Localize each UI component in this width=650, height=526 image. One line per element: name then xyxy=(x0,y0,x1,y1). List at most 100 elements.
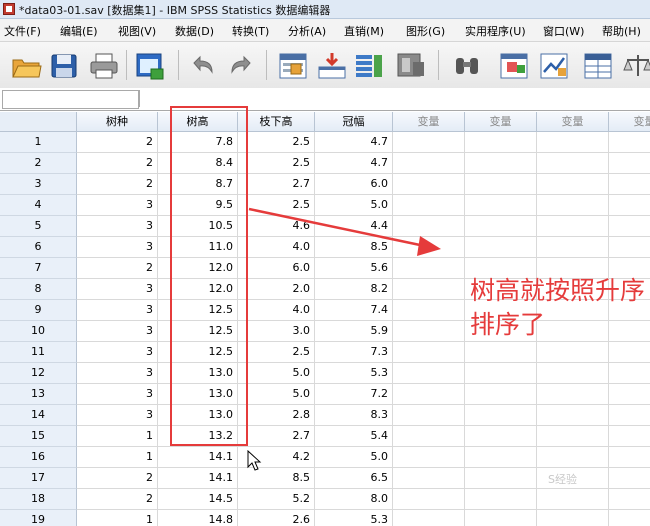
data-cell[interactable]: 7.3 xyxy=(315,342,393,363)
row-header[interactable]: 6 xyxy=(0,237,77,258)
empty-cell[interactable] xyxy=(609,405,650,426)
data-cell[interactable]: 2 xyxy=(77,132,158,153)
row-header[interactable]: 4 xyxy=(0,195,77,216)
empty-cell[interactable] xyxy=(465,426,537,447)
empty-cell[interactable] xyxy=(465,363,537,384)
cell-value-editor[interactable] xyxy=(139,90,649,107)
empty-cell[interactable] xyxy=(393,237,465,258)
row-header[interactable]: 2 xyxy=(0,153,77,174)
data-cell[interactable]: 8.2 xyxy=(315,279,393,300)
empty-cell[interactable] xyxy=(609,426,650,447)
data-cell[interactable]: 14.8 xyxy=(158,510,238,526)
empty-cell[interactable] xyxy=(537,216,609,237)
empty-cell[interactable] xyxy=(609,132,650,153)
empty-cell[interactable] xyxy=(393,300,465,321)
empty-cell[interactable] xyxy=(609,510,650,526)
empty-cell[interactable] xyxy=(465,342,537,363)
data-cell[interactable]: 2.5 xyxy=(238,153,315,174)
row-header[interactable]: 8 xyxy=(0,279,77,300)
empty-cell[interactable] xyxy=(537,342,609,363)
go-to-case-icon[interactable] xyxy=(277,50,309,80)
empty-cell[interactable] xyxy=(537,195,609,216)
data-cell[interactable]: 3 xyxy=(77,216,158,237)
empty-cell[interactable] xyxy=(393,279,465,300)
empty-cell[interactable] xyxy=(537,132,609,153)
insert-cases-icon[interactable] xyxy=(498,50,530,80)
data-cell[interactable]: 5.3 xyxy=(315,510,393,526)
data-cell[interactable]: 1 xyxy=(77,510,158,526)
data-cell[interactable]: 3 xyxy=(77,195,158,216)
empty-cell[interactable] xyxy=(537,384,609,405)
empty-cell[interactable] xyxy=(465,195,537,216)
empty-cell[interactable] xyxy=(465,468,537,489)
empty-cell[interactable] xyxy=(609,447,650,468)
data-cell[interactable]: 1 xyxy=(77,447,158,468)
row-header[interactable]: 10 xyxy=(0,321,77,342)
menu-data[interactable]: 数据(D) xyxy=(175,23,214,39)
menu-analyze[interactable]: 分析(A) xyxy=(288,23,326,39)
open-folder-icon[interactable] xyxy=(10,50,42,80)
menu-help[interactable]: 帮助(H) xyxy=(602,23,641,39)
data-cell[interactable]: 6.5 xyxy=(315,468,393,489)
data-cell[interactable]: 1 xyxy=(77,426,158,447)
column-header-var[interactable]: 变量 xyxy=(537,112,609,132)
empty-cell[interactable] xyxy=(393,426,465,447)
menu-file[interactable]: 文件(F) xyxy=(4,23,41,39)
row-header[interactable]: 11 xyxy=(0,342,77,363)
empty-cell[interactable] xyxy=(609,468,650,489)
run-descriptives-icon[interactable] xyxy=(395,50,427,80)
empty-cell[interactable] xyxy=(537,489,609,510)
empty-cell[interactable] xyxy=(609,342,650,363)
column-header-var[interactable]: 变量 xyxy=(393,112,465,132)
empty-cell[interactable] xyxy=(393,363,465,384)
split-file-icon[interactable] xyxy=(582,50,614,80)
empty-cell[interactable] xyxy=(465,510,537,526)
save-icon[interactable] xyxy=(48,50,80,80)
data-cell[interactable]: 2.7 xyxy=(238,174,315,195)
data-cell[interactable]: 3 xyxy=(77,405,158,426)
data-cell[interactable]: 8.0 xyxy=(315,489,393,510)
empty-cell[interactable] xyxy=(465,132,537,153)
weight-cases-icon[interactable] xyxy=(622,50,650,80)
menu-graphs[interactable]: 图形(G) xyxy=(406,23,445,39)
data-cell[interactable]: 6.0 xyxy=(238,258,315,279)
empty-cell[interactable] xyxy=(537,174,609,195)
data-cell[interactable]: 3 xyxy=(77,300,158,321)
row-header[interactable]: 15 xyxy=(0,426,77,447)
grid-corner[interactable] xyxy=(0,112,77,132)
data-cell[interactable]: 5.0 xyxy=(238,363,315,384)
row-header[interactable]: 5 xyxy=(0,216,77,237)
column-header-crown-width[interactable]: 冠幅 xyxy=(315,112,393,132)
empty-cell[interactable] xyxy=(465,384,537,405)
row-header[interactable]: 9 xyxy=(0,300,77,321)
empty-cell[interactable] xyxy=(393,195,465,216)
empty-cell[interactable] xyxy=(465,405,537,426)
empty-cell[interactable] xyxy=(393,216,465,237)
empty-cell[interactable] xyxy=(609,216,650,237)
data-cell[interactable]: 3 xyxy=(77,384,158,405)
empty-cell[interactable] xyxy=(537,153,609,174)
menu-transform[interactable]: 转换(T) xyxy=(232,23,269,39)
empty-cell[interactable] xyxy=(465,216,537,237)
empty-cell[interactable] xyxy=(609,489,650,510)
menu-view[interactable]: 视图(V) xyxy=(118,23,156,39)
empty-cell[interactable] xyxy=(609,237,650,258)
empty-cell[interactable] xyxy=(393,321,465,342)
data-cell[interactable]: 2.5 xyxy=(238,195,315,216)
data-cell[interactable]: 7.4 xyxy=(315,300,393,321)
data-cell[interactable]: 6.0 xyxy=(315,174,393,195)
data-cell[interactable]: 3 xyxy=(77,321,158,342)
empty-cell[interactable] xyxy=(465,174,537,195)
column-header-branch-height[interactable]: 枝下高 xyxy=(238,112,315,132)
data-cell[interactable]: 4.7 xyxy=(315,132,393,153)
empty-cell[interactable] xyxy=(465,153,537,174)
row-header[interactable]: 18 xyxy=(0,489,77,510)
data-cell[interactable]: 14.5 xyxy=(158,489,238,510)
empty-cell[interactable] xyxy=(537,426,609,447)
go-to-variable-icon[interactable] xyxy=(316,50,348,80)
data-cell[interactable]: 3 xyxy=(77,279,158,300)
empty-cell[interactable] xyxy=(609,195,650,216)
data-cell[interactable]: 4.0 xyxy=(238,300,315,321)
menu-direct-marketing[interactable]: 直销(M) xyxy=(344,23,384,39)
empty-cell[interactable] xyxy=(393,447,465,468)
